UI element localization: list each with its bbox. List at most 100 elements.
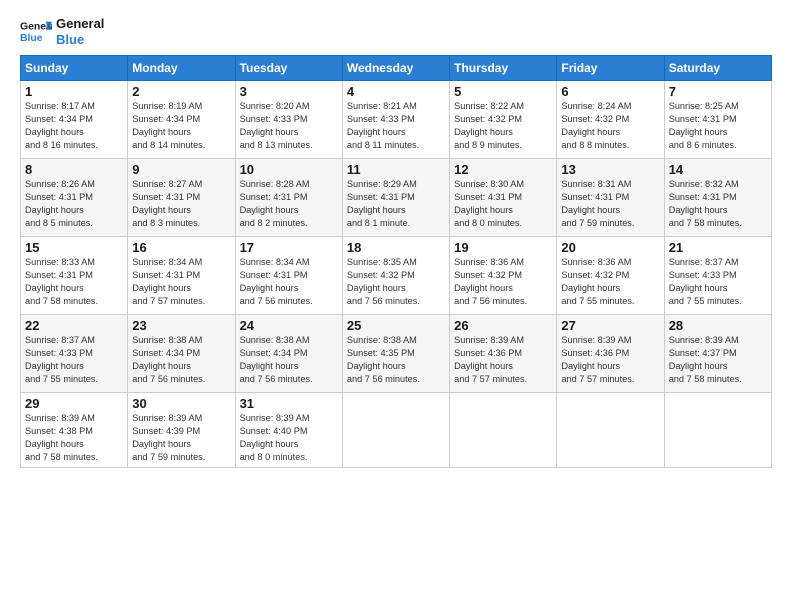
logo-icon: General Blue xyxy=(20,18,52,46)
day-info: Sunrise: 8:38 AM Sunset: 4:34 PM Dayligh… xyxy=(240,334,338,386)
day-cell xyxy=(557,393,664,468)
day-number: 4 xyxy=(347,84,445,99)
day-info: Sunrise: 8:39 AM Sunset: 4:40 PM Dayligh… xyxy=(240,412,338,464)
day-number: 20 xyxy=(561,240,659,255)
day-cell: 6 Sunrise: 8:24 AM Sunset: 4:32 PM Dayli… xyxy=(557,81,664,159)
week-row-3: 15 Sunrise: 8:33 AM Sunset: 4:31 PM Dayl… xyxy=(21,237,772,315)
week-row-4: 22 Sunrise: 8:37 AM Sunset: 4:33 PM Dayl… xyxy=(21,315,772,393)
day-cell: 21 Sunrise: 8:37 AM Sunset: 4:33 PM Dayl… xyxy=(664,237,771,315)
day-cell: 18 Sunrise: 8:35 AM Sunset: 4:32 PM Dayl… xyxy=(342,237,449,315)
day-info: Sunrise: 8:37 AM Sunset: 4:33 PM Dayligh… xyxy=(25,334,123,386)
day-info: Sunrise: 8:22 AM Sunset: 4:32 PM Dayligh… xyxy=(454,100,552,152)
day-number: 26 xyxy=(454,318,552,333)
day-cell: 7 Sunrise: 8:25 AM Sunset: 4:31 PM Dayli… xyxy=(664,81,771,159)
day-number: 30 xyxy=(132,396,230,411)
day-number: 18 xyxy=(347,240,445,255)
day-info: Sunrise: 8:19 AM Sunset: 4:34 PM Dayligh… xyxy=(132,100,230,152)
day-number: 13 xyxy=(561,162,659,177)
day-cell: 31 Sunrise: 8:39 AM Sunset: 4:40 PM Dayl… xyxy=(235,393,342,468)
day-cell: 19 Sunrise: 8:36 AM Sunset: 4:32 PM Dayl… xyxy=(450,237,557,315)
day-cell: 12 Sunrise: 8:30 AM Sunset: 4:31 PM Dayl… xyxy=(450,159,557,237)
day-info: Sunrise: 8:26 AM Sunset: 4:31 PM Dayligh… xyxy=(25,178,123,230)
day-info: Sunrise: 8:35 AM Sunset: 4:32 PM Dayligh… xyxy=(347,256,445,308)
day-cell: 25 Sunrise: 8:38 AM Sunset: 4:35 PM Dayl… xyxy=(342,315,449,393)
day-cell: 14 Sunrise: 8:32 AM Sunset: 4:31 PM Dayl… xyxy=(664,159,771,237)
day-number: 29 xyxy=(25,396,123,411)
day-cell: 27 Sunrise: 8:39 AM Sunset: 4:36 PM Dayl… xyxy=(557,315,664,393)
day-info: Sunrise: 8:39 AM Sunset: 4:39 PM Dayligh… xyxy=(132,412,230,464)
day-cell xyxy=(450,393,557,468)
day-info: Sunrise: 8:32 AM Sunset: 4:31 PM Dayligh… xyxy=(669,178,767,230)
svg-text:Blue: Blue xyxy=(20,32,43,43)
day-number: 27 xyxy=(561,318,659,333)
week-row-2: 8 Sunrise: 8:26 AM Sunset: 4:31 PM Dayli… xyxy=(21,159,772,237)
day-info: Sunrise: 8:39 AM Sunset: 4:38 PM Dayligh… xyxy=(25,412,123,464)
day-info: Sunrise: 8:36 AM Sunset: 4:32 PM Dayligh… xyxy=(454,256,552,308)
day-cell: 15 Sunrise: 8:33 AM Sunset: 4:31 PM Dayl… xyxy=(21,237,128,315)
day-number: 12 xyxy=(454,162,552,177)
day-number: 6 xyxy=(561,84,659,99)
day-info: Sunrise: 8:27 AM Sunset: 4:31 PM Dayligh… xyxy=(132,178,230,230)
col-header-monday: Monday xyxy=(128,56,235,81)
day-cell: 9 Sunrise: 8:27 AM Sunset: 4:31 PM Dayli… xyxy=(128,159,235,237)
day-cell: 24 Sunrise: 8:38 AM Sunset: 4:34 PM Dayl… xyxy=(235,315,342,393)
day-info: Sunrise: 8:33 AM Sunset: 4:31 PM Dayligh… xyxy=(25,256,123,308)
day-info: Sunrise: 8:34 AM Sunset: 4:31 PM Dayligh… xyxy=(240,256,338,308)
day-number: 2 xyxy=(132,84,230,99)
day-cell xyxy=(664,393,771,468)
day-cell: 16 Sunrise: 8:34 AM Sunset: 4:31 PM Dayl… xyxy=(128,237,235,315)
day-cell: 28 Sunrise: 8:39 AM Sunset: 4:37 PM Dayl… xyxy=(664,315,771,393)
day-number: 21 xyxy=(669,240,767,255)
calendar-page: General Blue General Blue SundayMondayTu… xyxy=(0,0,792,612)
day-info: Sunrise: 8:36 AM Sunset: 4:32 PM Dayligh… xyxy=(561,256,659,308)
day-number: 19 xyxy=(454,240,552,255)
logo-line2: Blue xyxy=(56,32,104,48)
day-number: 5 xyxy=(454,84,552,99)
day-cell: 23 Sunrise: 8:38 AM Sunset: 4:34 PM Dayl… xyxy=(128,315,235,393)
day-info: Sunrise: 8:39 AM Sunset: 4:37 PM Dayligh… xyxy=(669,334,767,386)
day-info: Sunrise: 8:17 AM Sunset: 4:34 PM Dayligh… xyxy=(25,100,123,152)
day-number: 25 xyxy=(347,318,445,333)
day-cell: 11 Sunrise: 8:29 AM Sunset: 4:31 PM Dayl… xyxy=(342,159,449,237)
col-header-thursday: Thursday xyxy=(450,56,557,81)
day-info: Sunrise: 8:24 AM Sunset: 4:32 PM Dayligh… xyxy=(561,100,659,152)
logo-line1: General xyxy=(56,16,104,32)
day-info: Sunrise: 8:29 AM Sunset: 4:31 PM Dayligh… xyxy=(347,178,445,230)
day-info: Sunrise: 8:30 AM Sunset: 4:31 PM Dayligh… xyxy=(454,178,552,230)
day-number: 22 xyxy=(25,318,123,333)
day-info: Sunrise: 8:39 AM Sunset: 4:36 PM Dayligh… xyxy=(561,334,659,386)
day-number: 16 xyxy=(132,240,230,255)
col-header-friday: Friday xyxy=(557,56,664,81)
day-cell: 3 Sunrise: 8:20 AM Sunset: 4:33 PM Dayli… xyxy=(235,81,342,159)
day-info: Sunrise: 8:20 AM Sunset: 4:33 PM Dayligh… xyxy=(240,100,338,152)
col-header-tuesday: Tuesday xyxy=(235,56,342,81)
day-number: 14 xyxy=(669,162,767,177)
header: General Blue General Blue xyxy=(20,16,772,47)
day-number: 8 xyxy=(25,162,123,177)
day-cell: 17 Sunrise: 8:34 AM Sunset: 4:31 PM Dayl… xyxy=(235,237,342,315)
day-info: Sunrise: 8:28 AM Sunset: 4:31 PM Dayligh… xyxy=(240,178,338,230)
day-number: 10 xyxy=(240,162,338,177)
day-info: Sunrise: 8:34 AM Sunset: 4:31 PM Dayligh… xyxy=(132,256,230,308)
col-header-sunday: Sunday xyxy=(21,56,128,81)
day-cell: 26 Sunrise: 8:39 AM Sunset: 4:36 PM Dayl… xyxy=(450,315,557,393)
week-row-1: 1 Sunrise: 8:17 AM Sunset: 4:34 PM Dayli… xyxy=(21,81,772,159)
day-number: 31 xyxy=(240,396,338,411)
day-cell: 2 Sunrise: 8:19 AM Sunset: 4:34 PM Dayli… xyxy=(128,81,235,159)
day-number: 9 xyxy=(132,162,230,177)
day-cell: 30 Sunrise: 8:39 AM Sunset: 4:39 PM Dayl… xyxy=(128,393,235,468)
day-cell: 22 Sunrise: 8:37 AM Sunset: 4:33 PM Dayl… xyxy=(21,315,128,393)
day-cell: 5 Sunrise: 8:22 AM Sunset: 4:32 PM Dayli… xyxy=(450,81,557,159)
day-cell xyxy=(342,393,449,468)
day-info: Sunrise: 8:25 AM Sunset: 4:31 PM Dayligh… xyxy=(669,100,767,152)
day-number: 15 xyxy=(25,240,123,255)
day-cell: 29 Sunrise: 8:39 AM Sunset: 4:38 PM Dayl… xyxy=(21,393,128,468)
day-info: Sunrise: 8:38 AM Sunset: 4:34 PM Dayligh… xyxy=(132,334,230,386)
day-info: Sunrise: 8:39 AM Sunset: 4:36 PM Dayligh… xyxy=(454,334,552,386)
header-row: SundayMondayTuesdayWednesdayThursdayFrid… xyxy=(21,56,772,81)
logo: General Blue General Blue xyxy=(20,16,104,47)
day-number: 23 xyxy=(132,318,230,333)
day-info: Sunrise: 8:38 AM Sunset: 4:35 PM Dayligh… xyxy=(347,334,445,386)
col-header-wednesday: Wednesday xyxy=(342,56,449,81)
day-cell: 10 Sunrise: 8:28 AM Sunset: 4:31 PM Dayl… xyxy=(235,159,342,237)
